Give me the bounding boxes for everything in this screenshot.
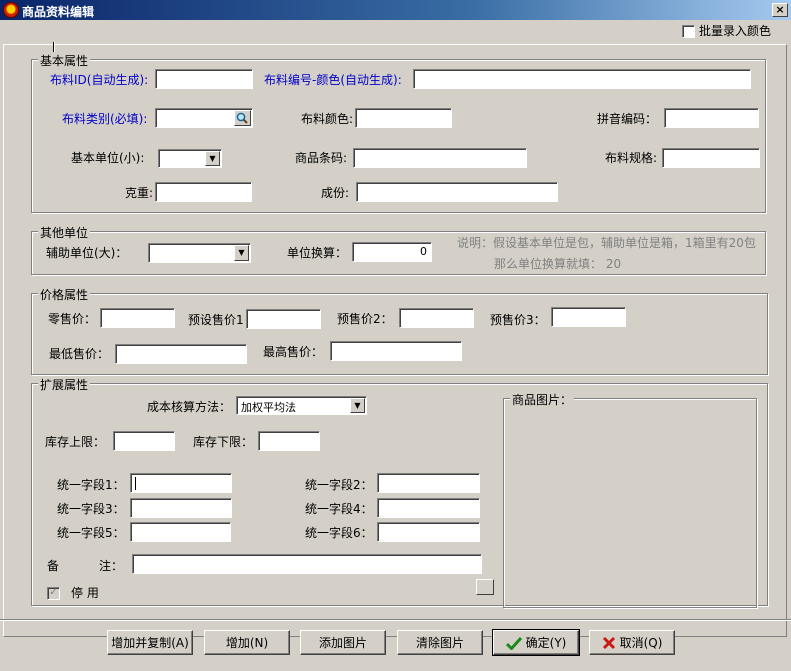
stock-lower-input[interactable] [258,431,320,451]
stock-upper-input[interactable] [113,431,175,451]
bottom-separator [0,619,791,621]
batch-color-label: 批量录入颜色 [699,24,772,38]
add-label: 增加(N) [225,636,269,650]
group-price-legend: 价格属性 [38,286,91,303]
preset-price2-input[interactable] [399,308,474,328]
field2-label: 统一字段2： [305,478,373,492]
fabric-spec-input[interactable] [662,148,760,168]
weight-label: 克重: [125,186,154,200]
stock-upper-label: 库存上限： [45,435,106,449]
unit-note-line2: 那么单位换算就填： 20 [494,257,622,271]
group-basic-legend: 基本属性 [38,52,91,69]
min-price-input[interactable] [115,344,247,364]
fabric-code-color-input[interactable] [413,69,751,89]
field5-label: 统一字段5： [57,526,125,540]
field3-label: 统一字段3： [57,502,125,516]
add-button[interactable]: 增加(N) [204,630,290,655]
fabric-color-label: 布料颜色: [301,112,354,126]
chevron-down-icon[interactable]: ▼ [350,398,365,413]
cancel-label: 取消(Q) [619,636,663,650]
preset-price1-label: 预设售价1 [188,313,244,327]
pinyin-code-label: 拼音编码： [597,112,658,126]
checkmark-icon [505,636,522,650]
cancel-button[interactable]: 取消(Q) [589,630,675,655]
group-extended-legend: 扩展属性 [38,376,91,393]
composition-input[interactable] [356,182,558,202]
field3-input[interactable] [130,498,232,518]
add-and-copy-button[interactable]: 增加并复制(A) [107,630,193,655]
disabled-checkbox[interactable]: ✓ [47,587,60,600]
text-caret [135,476,136,490]
add-image-button[interactable]: 添加图片 [300,630,386,655]
field6-input[interactable] [377,522,480,542]
app-icon [3,2,19,18]
remark-extra-button[interactable] [476,579,494,595]
group-other-unit-legend: 其他单位 [38,224,91,241]
fabric-category-lookup-button[interactable] [234,110,251,126]
fabric-color-input[interactable] [355,108,452,128]
remark-label-a: 备 [47,559,60,573]
pinyin-code-input[interactable] [664,108,759,128]
barcode-label: 商品条码: [295,151,348,165]
fabric-id-label: 布料ID(自动生成): [50,73,149,87]
cost-method-label: 成本核算方法： [147,400,232,414]
cost-method-value: 加权平均法 [241,401,296,414]
chevron-down-icon[interactable]: ▼ [234,245,249,261]
product-image-frame[interactable]: 商品图片： [503,391,757,608]
remark-label-b: 注： [99,559,124,573]
field1-label: 统一字段1： [57,478,125,492]
field1-input[interactable] [130,473,232,493]
stock-lower-label: 库存下限： [193,435,254,449]
title-bar: 商品资料编辑 × [0,0,791,20]
base-unit-select[interactable]: ▼ [158,149,222,168]
weight-input[interactable] [155,182,252,202]
field4-label: 统一字段4： [305,502,373,516]
preset-price3-label: 预售价3： [490,313,546,327]
clear-image-label: 清除图片 [415,636,464,650]
ok-label: 确定(Y) [525,636,567,650]
window-title: 商品资料编辑 [22,5,95,19]
chevron-down-icon[interactable]: ▼ [205,151,220,166]
fabric-category-label: 布料类别(必填): [62,112,148,126]
cross-icon [602,636,615,649]
composition-label: 成份: [321,186,350,200]
unit-note-line1: 说明：假设基本单位是包，辅助单位是箱，1箱里有20包 [457,236,756,250]
remark-input[interactable] [132,554,482,574]
batch-color-checkbox[interactable] [682,25,695,38]
fabric-category-input[interactable] [155,108,253,128]
min-price-label: 最低售价： [49,347,110,361]
base-unit-label: 基本单位(小): [71,151,145,165]
aux-unit-label: 辅助单位(大)： [46,246,128,260]
preset-price3-input[interactable] [551,307,626,327]
barcode-input[interactable] [353,148,527,168]
unit-conversion-input[interactable]: 0 [352,242,432,262]
preset-price2-label: 预售价2： [337,312,393,326]
max-price-label: 最高售价： [263,345,324,359]
fabric-code-color-label: 布料编号-颜色(自动生成): [264,73,402,87]
fabric-id-input[interactable] [155,69,253,89]
field4-input[interactable] [377,498,480,518]
aux-unit-select[interactable]: ▼ [148,243,251,263]
field2-input[interactable] [377,473,480,493]
clear-image-button[interactable]: 清除图片 [397,630,483,655]
add-image-label: 添加图片 [318,636,367,650]
preset-price1-input[interactable] [246,309,321,329]
ok-button[interactable]: 确定(Y) [492,629,580,656]
cost-method-select[interactable]: 加权平均法 ▼ [236,396,367,415]
field5-input[interactable] [130,522,231,542]
field6-label: 统一字段6： [305,526,373,540]
unit-conversion-label: 单位换算： [287,246,348,260]
fabric-spec-label: 布料规格: [605,151,658,165]
add-and-copy-label: 增加并复制(A) [111,636,189,650]
product-image-label: 商品图片： [510,391,575,408]
max-price-input[interactable] [330,341,462,361]
magnify-icon [236,112,248,124]
retail-price-label: 零售价： [48,312,97,326]
retail-price-input[interactable] [100,308,175,328]
close-button[interactable]: × [772,3,788,17]
disabled-label: 停 用 [71,586,99,600]
dialog-body: 批量录入颜色 基本属性 布料ID(自动生成): 布料编号-颜色(自动生成): 布… [0,20,791,671]
